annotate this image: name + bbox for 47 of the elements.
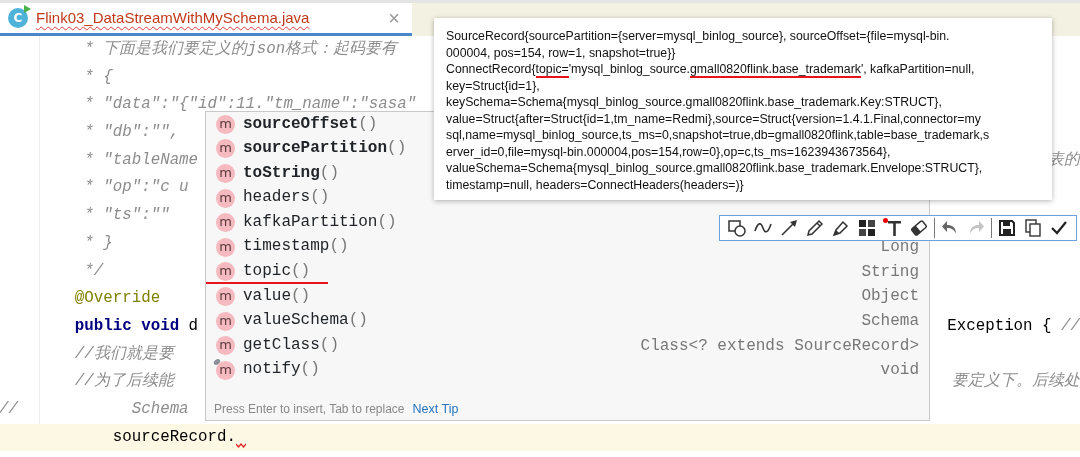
method-icon: m <box>216 311 235 331</box>
method-name: timestamp() <box>243 238 349 257</box>
return-type: Class<? extends SourceRecord> <box>640 335 919 357</box>
class-file-icon: C <box>8 8 28 28</box>
method-name: valueSchema() <box>243 312 368 330</box>
code-line: */ <box>83 260 104 282</box>
code-line: * "ts":"" <box>83 205 170 227</box>
method-icon: m <box>216 237 235 257</box>
method-icon: m <box>216 360 235 380</box>
code-line: //我们就是要 <box>73 343 174 365</box>
method-name: getClass() <box>243 336 339 355</box>
code-line: * "data":"{"id":11."tm_name":"sasa" <box>83 94 417 116</box>
return-type: Schema <box>861 311 919 333</box>
method-icon: m <box>216 286 235 306</box>
return-type: void <box>880 360 919 382</box>
method-name: sourcePartition() <box>243 140 407 158</box>
method-icon: m <box>216 262 235 282</box>
return-type: Object <box>861 286 919 308</box>
method-name: kafkaPartition() <box>243 213 397 232</box>
code-line: * } <box>83 232 113 254</box>
code-line: //为了后续能 <box>73 371 174 393</box>
code-line: * "tableName <box>83 149 199 171</box>
code-line: * "db":"", <box>83 122 181 144</box>
method-name: notify() <box>243 361 320 380</box>
method-name: headers() <box>243 189 330 207</box>
code-line: * "op":"c u <box>83 177 189 199</box>
code-line: sourceRecord. <box>111 426 236 448</box>
code-line: * { <box>83 66 113 88</box>
code-line: @Override <box>73 288 161 310</box>
method-icon: m <box>216 213 235 233</box>
code-line: public void d <box>73 315 199 337</box>
method-name: sourceOffset() <box>243 115 378 134</box>
method-icon: m <box>216 188 235 208</box>
return-type: Long <box>880 237 919 259</box>
code-line: 要定义下。后续处 <box>952 371 1080 393</box>
method-name: toString() <box>243 164 339 183</box>
method-name: value() <box>243 287 311 306</box>
hint-text: Press Enter to insert, Tab to replace <box>214 401 405 418</box>
method-icon: m <box>216 336 235 356</box>
return-type: String <box>861 261 919 283</box>
method-name: topic() <box>243 263 311 281</box>
record-text: SourceRecord{sourcePartition={server=mysql_binlog_source}, sourceOffset={file=mysql-bin. 000004, pos=154, row=1, snapshot=true}} ConnectRecord{topic='mysql_binlog_source.gmall0820flink.base_trademark', kafkaPartition=null, key=Struct{id=1}, keySchema=Schema{mysql_binlog_source.gmall0820flink.base_trademark.Key:STRUCT}, value=Struct{after=Struct{id=1,tm_name=Redmi},source=Struct{version=1.4.1.Final,connector=my sql,name=mysql_binlog_source,ts_ms=0,snapshot=true,db=gmall0820flink,table=base_trademark,s erver_id=0,file=mysql-bin.000004,pos=154,row=0},op=c,ts_ms=1623943673564}, valueSchema=Schema{mysql_binlog_source.gmall0820flink.base_trademark.Envelope:STRUCT}, timestamp=null, headers=ConnectHeaders(headers=)} <box>446 28 991 193</box>
method-icon: m <box>216 114 235 134</box>
code-line: * 下面是我们要定义的json格式：起码要有 <box>83 39 398 60</box>
method-icon: m <box>216 139 235 159</box>
method-icon: m <box>216 164 235 183</box>
code-line: Exception { // <box>947 315 1080 337</box>
